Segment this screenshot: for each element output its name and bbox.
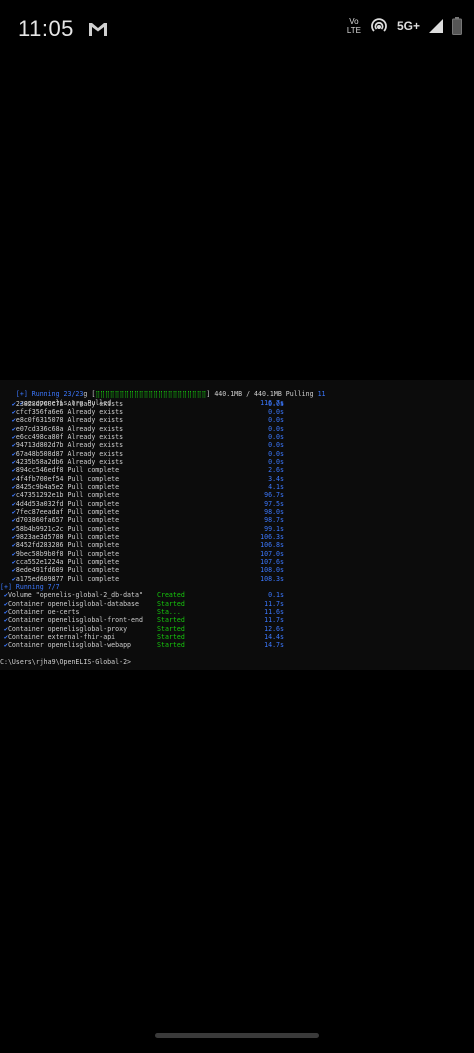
check-icon: ✔ bbox=[0, 482, 16, 491]
check-icon: ✔ bbox=[0, 641, 8, 650]
check-icon: ✔ bbox=[0, 549, 16, 558]
resource-row: ✔Container openelisglobal-database Starte… bbox=[0, 599, 284, 608]
layer-row: ✔c47351292e1b Pull complete 96.7s bbox=[0, 491, 284, 500]
check-icon: ✔ bbox=[0, 499, 16, 508]
layer-row: ✔cfcf356fa6e6 Already exists 0.0s bbox=[0, 407, 284, 416]
layer-row: ✔9bec58b9b0f8 Pull complete 107.0s bbox=[0, 549, 284, 558]
check-icon: ✔ bbox=[0, 491, 16, 500]
battery-icon bbox=[452, 17, 462, 35]
check-icon: ✔ bbox=[0, 616, 8, 625]
resource-row: ✔Volume "openelis-global-2_db-data" Creat… bbox=[0, 591, 284, 600]
check-icon: ✔ bbox=[0, 516, 16, 525]
pull-progress-line: [+] Running 23/23g [⣿⣿⣿⣿⣿⣿⣿⣿⣿⣿⣿⣿⣿⣿⣿⣿⣿⣿⣿⣿… bbox=[15, 390, 326, 399]
layer-row: ✔e07cd336c68a Already exists 0.0s bbox=[0, 424, 284, 433]
layer-row: ✔58b4b9921c2c Pull complete 99.1s bbox=[0, 524, 284, 533]
terminal-window[interactable]: [+] Running 23/23g [⣿⣿⣿⣿⣿⣿⣿⣿⣿⣿⣿⣿⣿⣿⣿⣿⣿⣿⣿⣿… bbox=[0, 380, 474, 670]
layer-row: ✔9823ae3d5780 Pull complete 106.3s bbox=[0, 532, 284, 541]
resource-row: ✔Container openelisglobal-webapp Started 1… bbox=[0, 641, 284, 650]
check-icon: ✔ bbox=[0, 507, 16, 516]
check-icon: ✔ bbox=[0, 524, 16, 533]
check-icon: ✔ bbox=[0, 424, 16, 433]
check-icon: ✔ bbox=[0, 407, 16, 416]
check-icon: ✔ bbox=[0, 599, 8, 608]
check-icon: ✔ bbox=[0, 399, 16, 408]
layer-row: ✔4f4fb700ef54 Pull complete 3.4s bbox=[0, 474, 284, 483]
gesture-nav-bar[interactable] bbox=[155, 1033, 319, 1038]
check-icon: ✔ bbox=[0, 474, 16, 483]
layer-row: ✔94713d802d7b Already exists 0.0s bbox=[0, 441, 284, 450]
layer-row: ✔cca552e1224a Pull complete 107.6s bbox=[0, 557, 284, 566]
resource-row: ✔Container external-fhir-api Started 14.4s bbox=[0, 632, 284, 641]
layer-row: ✔23828d760c7b Already exists 0.0s bbox=[0, 399, 284, 408]
resource-row: ✔Container openelisglobal-proxy Started 12… bbox=[0, 624, 284, 633]
layer-row: ✔4d4d53a032fd Pull complete 97.5s bbox=[0, 499, 284, 508]
check-icon: ✔ bbox=[0, 432, 16, 441]
layer-row: ✔894cc546edf8 Pull complete 2.6s bbox=[0, 466, 284, 475]
layer-row: ✔4235b58a2db6 Already exists 0.0s bbox=[0, 457, 284, 466]
resource-row: ✔Container openelisglobal-front-end Start… bbox=[0, 616, 284, 625]
check-icon: ✔ bbox=[0, 541, 16, 550]
check-icon: ✔ bbox=[0, 566, 16, 575]
status-icons: Vo LTE 5G+ bbox=[347, 16, 462, 36]
layer-row: ✔e8c0f6315078 Already exists 0.0s bbox=[0, 416, 284, 425]
check-icon: ✔ bbox=[0, 632, 8, 641]
layer-row: ✔8452fd283286 Pull complete 106.8s bbox=[0, 541, 284, 550]
check-icon: ✔ bbox=[0, 591, 8, 600]
check-icon: ✔ bbox=[0, 557, 16, 566]
check-icon: ✔ bbox=[0, 449, 16, 458]
check-icon: ✔ bbox=[0, 457, 16, 466]
check-icon: ✔ bbox=[0, 466, 16, 475]
network-type: 5G+ bbox=[396, 19, 420, 33]
status-bar: 11:05 Vo LTE 5G+ bbox=[0, 0, 474, 60]
running-header: [+] Running 7/7 bbox=[0, 582, 60, 591]
gmail-icon bbox=[89, 23, 107, 36]
command-prompt[interactable]: C:\Users\rjha9\OpenELIS-Global-2> bbox=[0, 658, 474, 666]
layer-row: ✔a175ed609877 Pull complete 108.3s bbox=[0, 574, 284, 583]
resource-row: ✔Container oe-certs Sta... 11.6s bbox=[0, 607, 284, 616]
layer-row: ✔8425c9b4a5e2 Pull complete 4.1s bbox=[0, 482, 284, 491]
check-icon: ✔ bbox=[0, 574, 16, 583]
check-icon: ✔ bbox=[0, 416, 16, 425]
pull-root-line: ✔oe.openelis.org Pulled 116.7s bbox=[15, 399, 284, 408]
layer-row: ✔8ede491fd609 Pull complete 108.0s bbox=[0, 566, 284, 575]
check-icon: ✔ bbox=[0, 607, 8, 616]
check-icon: ✔ bbox=[0, 624, 8, 633]
layer-row: ✔67a48b508d87 Already exists 0.0s bbox=[0, 449, 284, 458]
hotspot-icon bbox=[371, 18, 387, 32]
layer-row: ✔d703860fa657 Pull complete 98.7s bbox=[0, 516, 284, 525]
signal-icon bbox=[429, 19, 443, 33]
layer-row: ✔e6cc498ca80f Already exists 0.0s bbox=[0, 432, 284, 441]
check-icon: ✔ bbox=[0, 532, 16, 541]
check-icon: ✔ bbox=[0, 441, 16, 450]
layer-row: ✔7fec87eeadaf Pull complete 98.0s bbox=[0, 507, 284, 516]
status-time: 11:05 bbox=[18, 16, 74, 41]
volte-indicator: Vo LTE bbox=[346, 17, 361, 35]
